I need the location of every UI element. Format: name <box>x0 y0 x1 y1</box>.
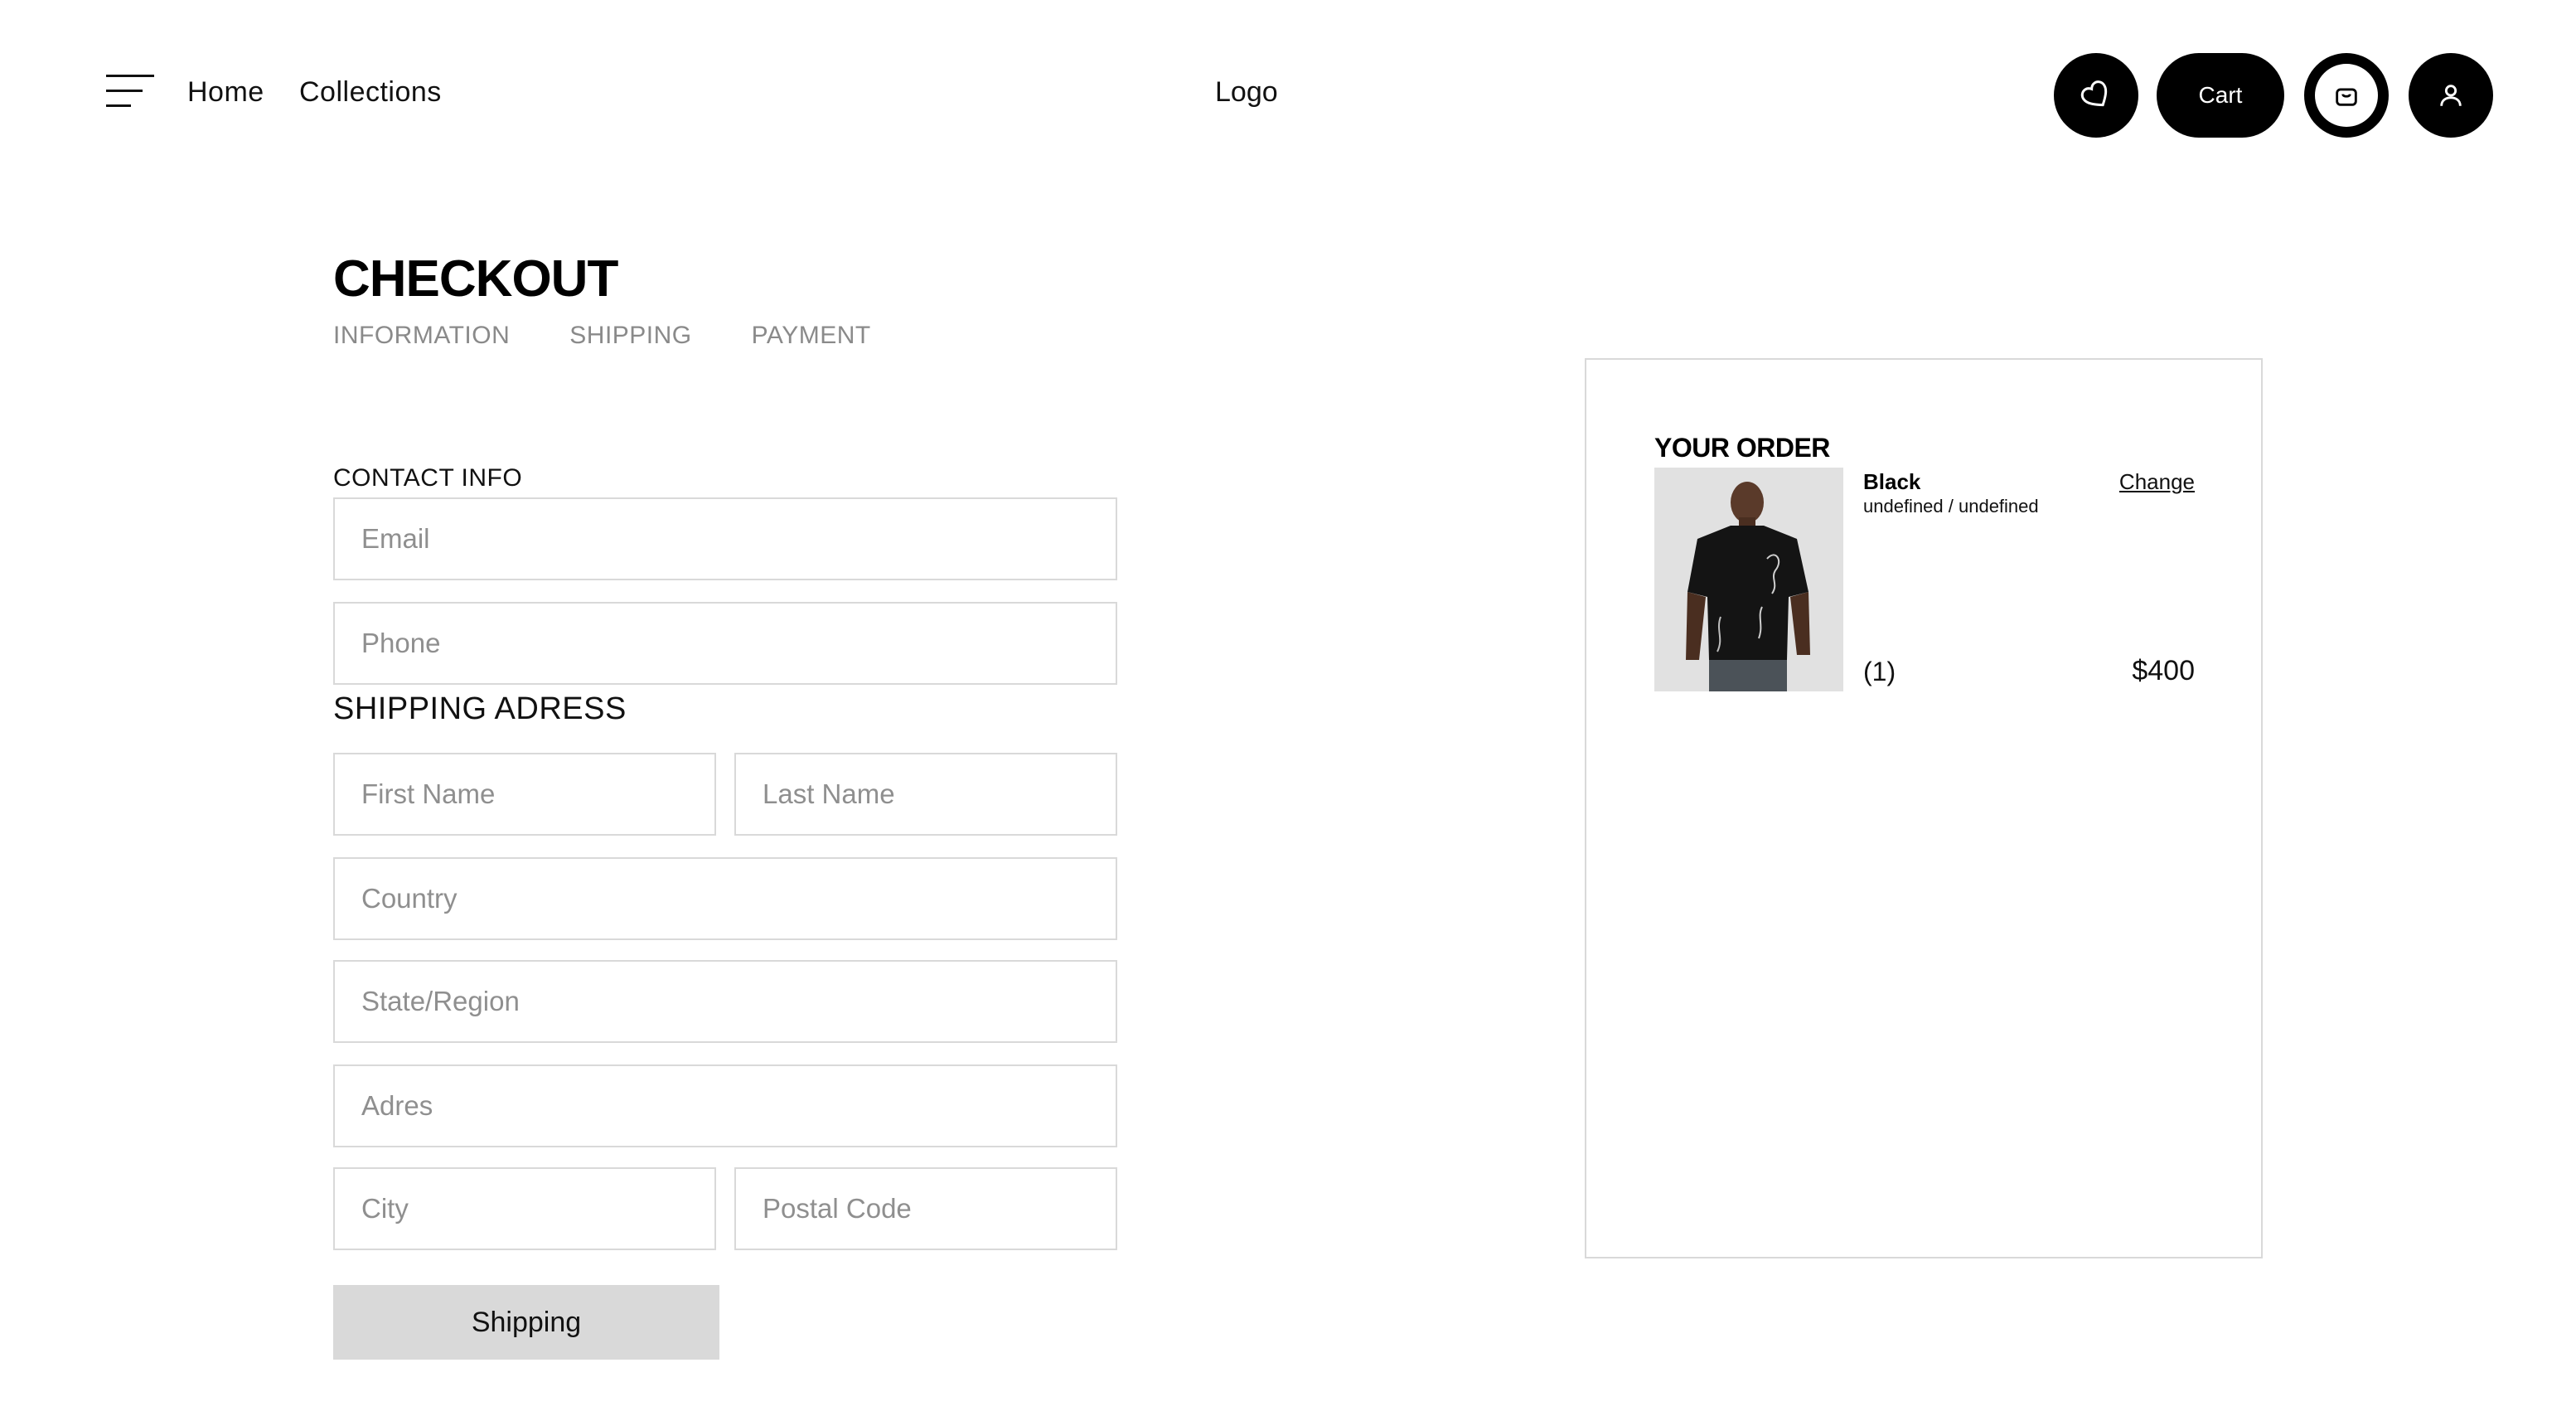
page-title: CHECKOUT <box>333 250 618 308</box>
cart-button[interactable]: Cart <box>2157 53 2284 138</box>
phone-field[interactable] <box>333 602 1117 685</box>
checkout-steps: INFORMATION SHIPPING PAYMENT <box>333 322 931 350</box>
menu-icon[interactable] <box>106 73 154 109</box>
site-logo[interactable]: Logo <box>1215 76 1278 109</box>
step-information[interactable]: INFORMATION <box>333 322 510 350</box>
product-image <box>1654 468 1843 691</box>
postal-code-field[interactable] <box>734 1167 1117 1250</box>
wishlist-button[interactable] <box>2054 53 2138 138</box>
order-summary-panel: YOUR ORDER Black undefined / undefined C… <box>1585 358 2263 1258</box>
product-price: $400 <box>2132 655 2195 686</box>
city-field[interactable] <box>333 1167 716 1250</box>
heart-icon <box>2080 80 2108 107</box>
nav-home-link[interactable]: Home <box>187 76 264 109</box>
change-item-link[interactable]: Change <box>2119 469 2195 495</box>
step-payment[interactable]: PAYMENT <box>752 322 871 350</box>
account-button[interactable] <box>2409 53 2493 138</box>
shipping-address-label: SHIPPING ADRESS <box>333 691 627 726</box>
last-name-field[interactable] <box>734 753 1117 836</box>
product-name: Black <box>1863 469 1921 494</box>
product-quantity: (1) <box>1863 657 1896 686</box>
bag-button[interactable] <box>2304 53 2389 138</box>
contact-info-label: CONTACT INFO <box>333 464 523 492</box>
first-name-field[interactable] <box>333 753 716 836</box>
site-header: Home Collections Logo Cart <box>0 0 2576 191</box>
email-field[interactable] <box>333 497 1117 580</box>
step-shipping[interactable]: SHIPPING <box>569 322 691 350</box>
product-variant: undefined / undefined <box>1863 496 2039 516</box>
shopping-bag-icon <box>2336 88 2357 106</box>
state-region-field[interactable] <box>333 960 1117 1043</box>
country-field[interactable] <box>333 857 1117 940</box>
user-icon <box>2440 85 2462 106</box>
order-title: YOUR ORDER <box>1654 433 1830 463</box>
address-field[interactable] <box>333 1064 1117 1147</box>
shipping-submit-button[interactable]: Shipping <box>333 1285 719 1360</box>
nav-collections-link[interactable]: Collections <box>299 76 442 109</box>
